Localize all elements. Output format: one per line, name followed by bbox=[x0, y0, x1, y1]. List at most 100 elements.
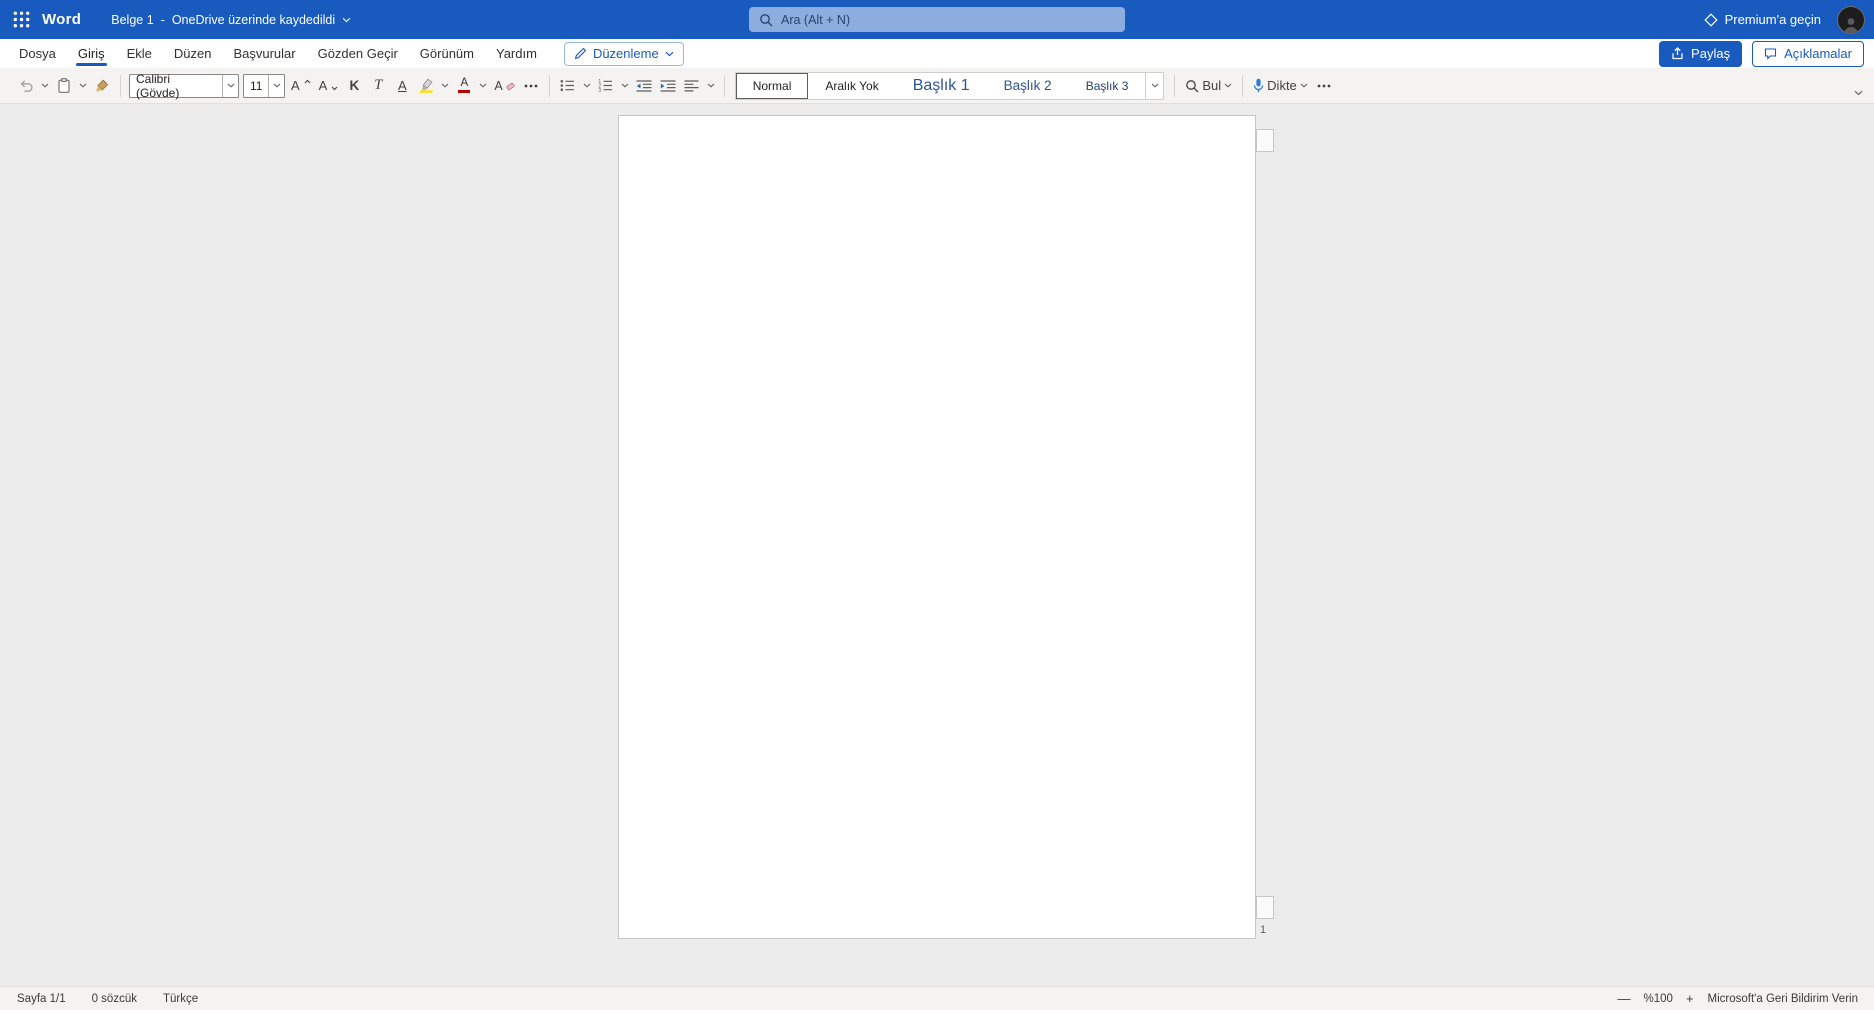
numbering-dropdown[interactable] bbox=[618, 72, 632, 100]
chevron-down-icon bbox=[1300, 83, 1308, 88]
zoom-in-button[interactable]: + bbox=[1686, 992, 1694, 1005]
chevron-down-icon bbox=[707, 83, 715, 88]
app-title: Word bbox=[42, 11, 82, 28]
ribbon-toolbar: Calibri (Gövde) 11 A A K T A A A 1 2 3 N… bbox=[0, 68, 1874, 104]
find-button[interactable]: Bul bbox=[1181, 72, 1236, 100]
font-color-icon: A bbox=[458, 77, 471, 93]
feedback-link[interactable]: Microsoft'a Geri Bildirim Verin bbox=[1708, 993, 1858, 1005]
chevron-down-icon bbox=[441, 83, 449, 88]
chevron-down-icon bbox=[227, 83, 234, 88]
font-size-value: 11 bbox=[250, 78, 263, 93]
highlight-button[interactable] bbox=[414, 72, 438, 100]
paste-dropdown[interactable] bbox=[76, 72, 90, 100]
style-no-spacing[interactable]: Aralık Yok bbox=[808, 73, 895, 99]
search-box[interactable] bbox=[749, 7, 1125, 32]
editing-mode-button[interactable]: Düzenleme bbox=[563, 41, 684, 66]
ribbon-separator bbox=[1242, 74, 1244, 97]
bold-button[interactable]: K bbox=[342, 72, 366, 100]
font-size-combo[interactable]: 11 bbox=[243, 73, 285, 98]
font-color-dropdown[interactable] bbox=[476, 72, 490, 100]
chevron-down-icon bbox=[621, 83, 629, 88]
alignment-dropdown[interactable] bbox=[704, 72, 718, 100]
clipboard-icon bbox=[58, 78, 70, 93]
chevron-down-icon bbox=[342, 17, 351, 22]
more-ribbon-options-button[interactable] bbox=[1312, 72, 1336, 100]
clear-formatting-button[interactable]: A bbox=[490, 72, 518, 100]
tab-ekle[interactable]: Ekle bbox=[116, 39, 163, 68]
dictate-button[interactable]: Dikte bbox=[1249, 72, 1312, 100]
grow-font-button[interactable]: A bbox=[287, 72, 315, 100]
font-size-dropdown[interactable] bbox=[268, 74, 284, 97]
app-launcher-button[interactable] bbox=[0, 0, 42, 39]
document-page[interactable] bbox=[618, 115, 1256, 939]
undo-button[interactable] bbox=[14, 72, 38, 100]
document-title-bar[interactable]: Belge 1 - OneDrive üzerinde kaydedildi bbox=[111, 13, 351, 27]
chevron-down-icon bbox=[665, 51, 674, 56]
comment-icon bbox=[1765, 48, 1777, 60]
person-icon bbox=[1844, 17, 1858, 33]
collapse-ribbon-button[interactable] bbox=[1850, 86, 1866, 100]
grow-font-icon: A bbox=[291, 78, 300, 93]
tab-basvurular[interactable]: Başvurular bbox=[222, 39, 306, 68]
shrink-font-button[interactable]: A bbox=[315, 72, 343, 100]
highlight-dropdown[interactable] bbox=[438, 72, 452, 100]
numbered-list-icon: 1 2 3 bbox=[599, 79, 613, 92]
search-input[interactable] bbox=[781, 12, 1115, 27]
style-heading-3[interactable]: Başlık 3 bbox=[1069, 73, 1146, 99]
margin-handle-top[interactable] bbox=[1256, 129, 1274, 152]
font-name-value: Calibri (Gövde) bbox=[136, 71, 180, 100]
share-icon bbox=[1672, 47, 1683, 60]
language-indicator[interactable]: Türkçe bbox=[163, 993, 198, 1005]
ribbon-tab-bar: Dosya Giriş Ekle Düzen Başvurular Gözden… bbox=[0, 39, 1874, 68]
search-icon bbox=[760, 13, 773, 26]
font-name-dropdown[interactable] bbox=[222, 74, 238, 97]
margin-handle-bottom[interactable] bbox=[1256, 896, 1274, 919]
ribbon-separator bbox=[1174, 74, 1176, 97]
decrease-indent-button[interactable] bbox=[632, 72, 656, 100]
share-button[interactable]: Paylaş bbox=[1659, 40, 1743, 67]
increase-indent-button[interactable] bbox=[656, 72, 680, 100]
account-avatar[interactable] bbox=[1837, 5, 1865, 34]
paste-button[interactable] bbox=[52, 72, 76, 100]
tab-gozden-gecir[interactable]: Gözden Geçir bbox=[307, 39, 409, 68]
caret-down-icon bbox=[331, 86, 338, 91]
font-color-button[interactable]: A bbox=[452, 72, 476, 100]
italic-button[interactable]: T bbox=[366, 72, 390, 100]
format-painter-button[interactable] bbox=[90, 72, 114, 100]
zoom-out-button[interactable]: — bbox=[1618, 992, 1631, 1005]
tab-gorunum[interactable]: Görünüm bbox=[409, 39, 485, 68]
tab-dosya[interactable]: Dosya bbox=[8, 39, 67, 68]
underline-button[interactable]: A bbox=[390, 72, 414, 100]
page-number-indicator: 1 bbox=[1260, 924, 1267, 936]
page-status[interactable]: Sayfa 1/1 bbox=[17, 993, 66, 1005]
alignment-button[interactable] bbox=[680, 72, 704, 100]
title-separator: - bbox=[160, 12, 165, 27]
more-font-options-button[interactable] bbox=[519, 72, 543, 100]
style-normal[interactable]: Normal bbox=[736, 73, 809, 99]
bullets-button[interactable] bbox=[556, 72, 580, 100]
style-heading-2[interactable]: Başlık 2 bbox=[987, 73, 1069, 99]
shrink-font-icon: A bbox=[318, 78, 328, 93]
font-name-combo[interactable]: Calibri (Gövde) bbox=[129, 71, 239, 100]
tab-giris[interactable]: Giriş bbox=[67, 39, 116, 68]
styles-gallery-expand-button[interactable] bbox=[1145, 72, 1163, 99]
premium-upgrade-button[interactable]: Premium'a geçin bbox=[1703, 12, 1821, 27]
chevron-down-icon bbox=[1151, 83, 1159, 88]
chevron-down-icon bbox=[583, 83, 591, 88]
style-heading-1[interactable]: Başlık 1 bbox=[896, 73, 987, 99]
numbering-button[interactable]: 1 2 3 bbox=[594, 72, 618, 100]
diamond-icon bbox=[1703, 12, 1718, 27]
tab-yardim[interactable]: Yardım bbox=[485, 39, 548, 68]
bullets-dropdown[interactable] bbox=[580, 72, 594, 100]
style-label: Başlık 1 bbox=[912, 76, 970, 94]
premium-label: Premium'a geçin bbox=[1724, 12, 1821, 27]
undo-dropdown[interactable] bbox=[38, 72, 52, 100]
tab-duzen[interactable]: Düzen bbox=[163, 39, 223, 68]
zoom-level[interactable]: %100 bbox=[1644, 993, 1673, 1005]
svg-text:3: 3 bbox=[599, 88, 602, 92]
comments-button[interactable]: Açıklamalar bbox=[1752, 40, 1864, 67]
microphone-icon bbox=[1253, 78, 1264, 93]
word-count[interactable]: 0 sözcük bbox=[92, 993, 137, 1005]
pencil-icon bbox=[574, 47, 587, 60]
tab-bar-actions: Paylaş Açıklamalar bbox=[1659, 40, 1864, 67]
